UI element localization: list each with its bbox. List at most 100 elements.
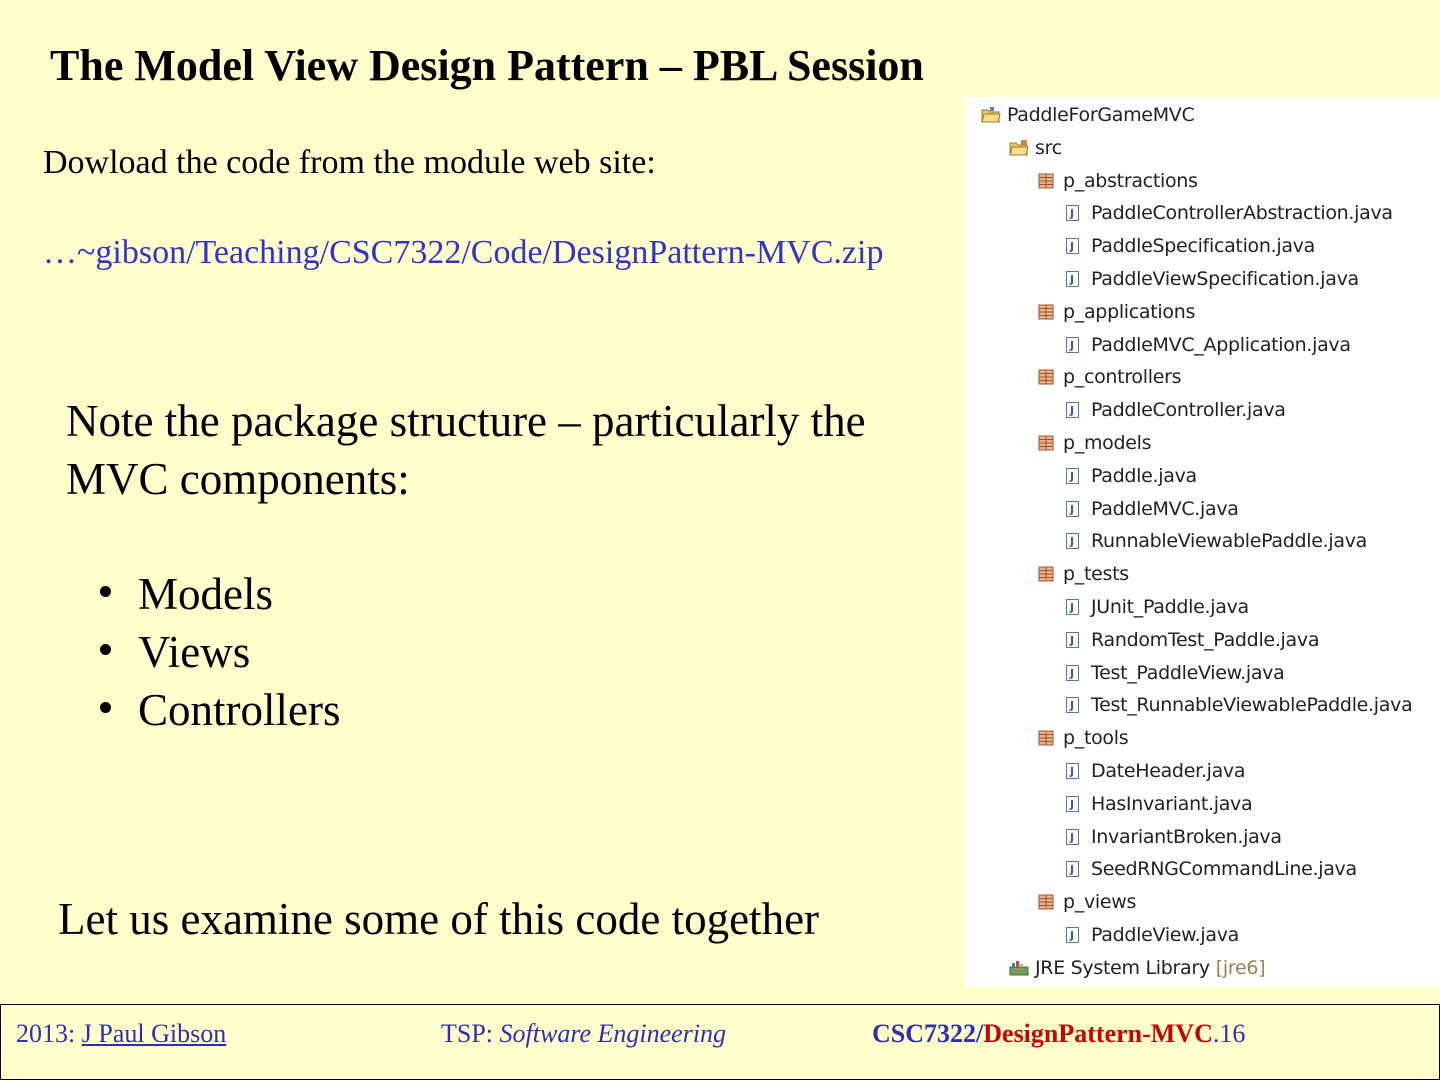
tree-item-package[interactable]: p_applications (1037, 298, 1195, 326)
svg-text:J: J (1069, 699, 1074, 712)
bullet-icon (100, 643, 111, 655)
tree-item-package[interactable]: p_controllers (1037, 363, 1182, 391)
tree-item-file[interactable]: J PaddleMVC.java (1065, 495, 1239, 523)
package-icon (1037, 434, 1055, 452)
package-icon (1037, 729, 1055, 747)
tree-item-label: p_views (1063, 891, 1137, 914)
package-icon (1037, 303, 1055, 321)
tree-item-file[interactable]: J PaddleMVC_Application.java (1065, 331, 1351, 359)
tree-item-file[interactable]: J PaddleSpecification.java (1065, 232, 1315, 260)
footer-tsp-block: TSP: Software Engineering (441, 1019, 726, 1049)
java-file-icon: J (1065, 631, 1083, 649)
java-file-icon: J (1065, 401, 1083, 419)
footer-year: 2013: (16, 1019, 82, 1048)
svg-text:J: J (1069, 831, 1074, 844)
java-file-icon: J (1065, 204, 1083, 222)
svg-text:J: J (1069, 207, 1074, 220)
svg-text:J: J (1069, 339, 1074, 352)
svg-text:J: J (1069, 601, 1074, 614)
tree-item-label: InvariantBroken.java (1091, 825, 1282, 848)
download-instruction: Dowload the code from the module web sit… (43, 144, 656, 181)
package-explorer-tree: PaddleForGameMVC src p_abstractions J Paddle… (965, 97, 1440, 987)
tree-item-label: RunnableViewablePaddle.java (1091, 530, 1367, 553)
tree-item-label: p_tools (1063, 727, 1129, 750)
tree-item-label: Test_PaddleView.java (1091, 661, 1285, 684)
tree-item-label: PaddleControllerAbstraction.java (1091, 202, 1393, 225)
package-icon (1037, 565, 1055, 583)
tree-item-label: p_controllers (1063, 366, 1182, 389)
java-file-icon: J (1065, 237, 1083, 255)
tree-item-label: PaddleView.java (1091, 924, 1240, 946)
bullet-item-models: Models (100, 565, 340, 623)
tree-item-project[interactable]: PaddleForGameMVC (981, 101, 1195, 129)
tree-item-label: SeedRNGCommandLine.java (1091, 858, 1357, 881)
footer-tsp-subject: Software Engineering (499, 1019, 727, 1048)
tree-item-file[interactable]: J InvariantBroken.java (1065, 823, 1282, 851)
package-icon (1037, 172, 1055, 190)
svg-text:J: J (1069, 929, 1074, 942)
tree-item-file[interactable]: J Paddle.java (1065, 462, 1197, 490)
tree-item-label: PaddleViewSpecification.java (1091, 268, 1359, 290)
download-link[interactable]: …~gibson/Teaching/CSC7322/Code/DesignPat… (43, 234, 883, 272)
tree-item-package[interactable]: p_tests (1037, 560, 1129, 588)
package-icon (1037, 368, 1055, 386)
package-icon (1037, 893, 1055, 911)
tree-item-package[interactable]: p_tools (1037, 724, 1129, 752)
footer-author-block: 2013: J Paul Gibson (16, 1019, 226, 1049)
tree-item-src[interactable]: src (1009, 134, 1062, 162)
tree-item-label: PaddleForGameMVC (1007, 104, 1195, 126)
java-file-icon: J (1065, 336, 1083, 354)
java-file-icon: J (1065, 532, 1083, 550)
java-file-icon: J (1065, 696, 1083, 714)
tree-item-label: JUnit_Paddle.java (1091, 596, 1249, 618)
bullet-label: Views (138, 627, 251, 677)
tree-item-label: JRE System Library (1035, 956, 1210, 979)
tree-item-file[interactable]: J PaddleViewSpecification.java (1065, 265, 1359, 293)
java-file-icon: J (1065, 467, 1083, 485)
tree-item-package[interactable]: p_models (1037, 429, 1152, 457)
tree-item-label: p_tests (1063, 563, 1129, 586)
package-note: Note the package structure – particularl… (66, 396, 866, 504)
java-file-icon: J (1065, 270, 1083, 288)
library-version-label: [jre6] (1215, 956, 1266, 979)
java-file-icon: J (1065, 828, 1083, 846)
tree-item-file[interactable]: J Test_PaddleView.java (1065, 659, 1285, 687)
footer-author-link[interactable]: J Paul Gibson (82, 1019, 226, 1048)
tree-item-file[interactable]: J PaddleController.java (1065, 396, 1286, 424)
tree-item-label: PaddleController.java (1091, 399, 1286, 422)
bullet-icon (100, 701, 111, 713)
tree-item-file[interactable]: J PaddleView.java (1065, 921, 1239, 949)
footer-tsp-prefix: TSP: (441, 1019, 500, 1048)
slide-title: The Model View Design Pattern – PBL Sess… (50, 41, 924, 90)
mvc-bullet-list: Models Views Controllers (100, 565, 340, 739)
svg-text:J: J (1069, 634, 1074, 647)
svg-text:J: J (1069, 503, 1074, 516)
tree-item-label: PaddleSpecification.java (1091, 235, 1315, 258)
tree-item-label: Test_RunnableViewablePaddle.java (1091, 694, 1413, 717)
svg-text:J: J (1069, 535, 1074, 548)
java-file-icon: J (1065, 926, 1083, 944)
tree-item-file[interactable]: J DateHeader.java (1065, 757, 1246, 785)
tree-item-file[interactable]: J SeedRNGCommandLine.java (1065, 855, 1357, 883)
tree-item-library[interactable]: JRE System Library [jre6] (1009, 954, 1266, 982)
footer-course: CSC7322/ (872, 1019, 984, 1048)
tree-item-label: PaddleMVC.java (1091, 497, 1239, 520)
tree-item-file[interactable]: J HasInvariant.java (1065, 790, 1253, 818)
tree-item-file[interactable]: J RandomTest_Paddle.java (1065, 626, 1319, 654)
tree-item-package[interactable]: p_abstractions (1037, 167, 1198, 195)
tree-item-label: DateHeader.java (1091, 760, 1246, 782)
java-file-icon: J (1065, 860, 1083, 878)
tree-item-file[interactable]: J JUnit_Paddle.java (1065, 593, 1249, 621)
tree-item-label: RandomTest_Paddle.java (1091, 628, 1320, 651)
tree-item-file[interactable]: J PaddleControllerAbstraction.java (1065, 199, 1393, 227)
footer-topic: DesignPattern-MVC (983, 1019, 1213, 1048)
tree-item-label: HasInvariant.java (1091, 792, 1253, 815)
bullet-label: Models (138, 569, 273, 619)
svg-text:J: J (1069, 798, 1074, 811)
tree-item-label: p_applications (1063, 300, 1196, 323)
java-file-icon: J (1065, 598, 1083, 616)
tree-item-file[interactable]: J Test_RunnableViewablePaddle.java (1065, 691, 1413, 719)
tree-item-file[interactable]: J RunnableViewablePaddle.java (1065, 527, 1367, 555)
tree-item-package[interactable]: p_views (1037, 888, 1136, 916)
tree-item-label: p_abstractions (1063, 169, 1198, 192)
